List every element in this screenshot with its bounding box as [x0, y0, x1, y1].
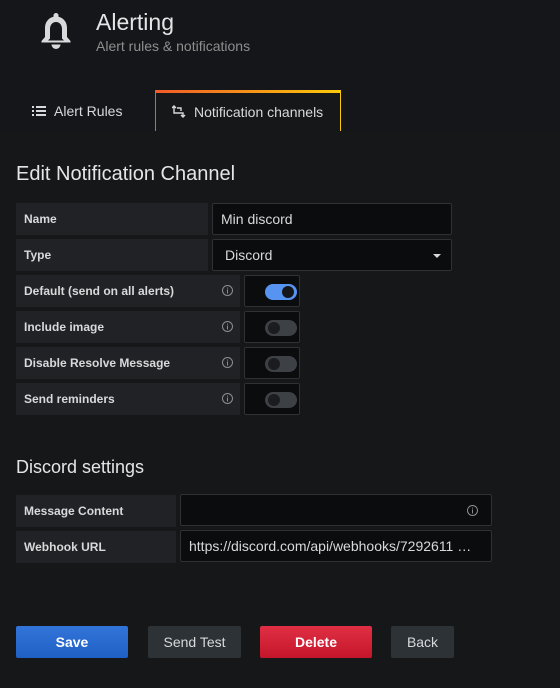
toggle-label-text: Disable Resolve Message: [24, 356, 171, 370]
send-reminders-label: Send reminders: [16, 383, 240, 415]
toggle-label-text: Default (send on all alerts): [24, 284, 175, 298]
message-content-label-text: Message Content: [24, 504, 124, 518]
default-toggle-container: [244, 275, 300, 307]
type-select-value: Discord: [225, 247, 273, 263]
webhook-url-label: Webhook URL: [16, 531, 176, 563]
webhook-url-label-text: Webhook URL: [24, 540, 106, 554]
form-title: Edit Notification Channel: [16, 163, 236, 185]
info-icon[interactable]: [466, 504, 479, 517]
include-image-label: Include image: [16, 311, 240, 343]
name-label: Name: [16, 203, 208, 235]
toggle-knob: [282, 286, 294, 298]
info-icon[interactable]: [221, 320, 234, 333]
back-button[interactable]: Back: [391, 626, 454, 658]
send-reminders-toggle[interactable]: [265, 392, 297, 408]
type-label-text: Type: [24, 248, 52, 262]
tab-alert-rules[interactable]: Alert Rules: [16, 90, 150, 131]
disable-resolve-label: Disable Resolve Message: [16, 347, 240, 379]
info-icon[interactable]: [221, 392, 234, 405]
message-content-label: Message Content: [16, 495, 176, 527]
webhook-url-input[interactable]: https://discord.com/api/webhooks/7292611…: [180, 530, 492, 562]
tab-label: Notification channels: [194, 104, 324, 120]
notification-channel-icon: [172, 105, 186, 118]
send-test-button[interactable]: Send Test: [148, 626, 241, 658]
info-icon[interactable]: [221, 284, 234, 297]
toggle-knob: [268, 358, 280, 370]
send-reminders-toggle-container: [244, 383, 300, 415]
tab-label: Alert Rules: [54, 102, 123, 119]
tab-notification-channels[interactable]: Notification channels: [155, 90, 341, 131]
page-header: Alerting Alert rules & notifications Ale…: [0, 0, 560, 131]
default-toggle-label: Default (send on all alerts): [16, 275, 240, 307]
include-image-toggle-container: [244, 311, 300, 343]
include-image-toggle[interactable]: [265, 320, 297, 336]
toggle-knob: [268, 322, 280, 334]
toggle-knob: [268, 394, 280, 406]
toggle-label-text: Send reminders: [24, 392, 115, 406]
message-content-input[interactable]: [180, 494, 492, 526]
name-input[interactable]: Min discord: [212, 203, 452, 235]
disable-resolve-toggle-container: [244, 347, 300, 379]
info-icon[interactable]: [221, 356, 234, 369]
caret-down-icon: [433, 254, 441, 258]
page-subtitle: Alert rules & notifications: [96, 38, 251, 54]
name-label-text: Name: [24, 212, 57, 226]
page-title: Alerting: [96, 9, 174, 35]
toggle-label-text: Include image: [24, 320, 105, 334]
save-button[interactable]: Save: [16, 626, 128, 658]
type-label: Type: [16, 239, 208, 271]
default-toggle[interactable]: [265, 284, 297, 300]
type-select[interactable]: Discord: [212, 239, 452, 271]
delete-button[interactable]: Delete: [260, 626, 372, 658]
disable-resolve-toggle[interactable]: [265, 356, 297, 372]
discord-settings-title: Discord settings: [16, 457, 145, 477]
list-icon: [32, 105, 46, 116]
bell-icon: [41, 13, 71, 49]
